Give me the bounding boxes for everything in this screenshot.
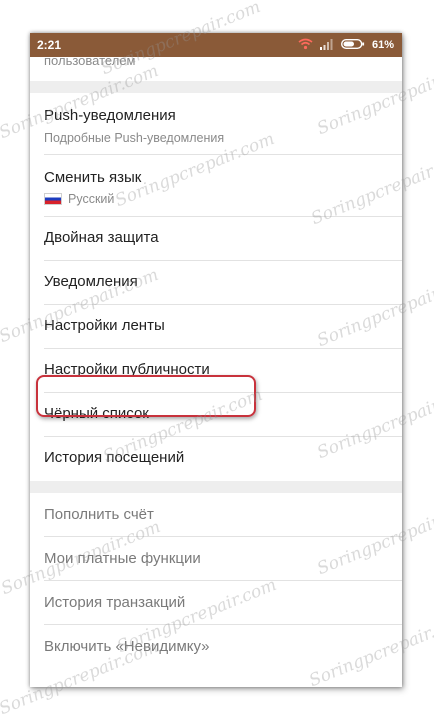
menu-item-two-factor[interactable]: Двойная защита xyxy=(44,217,402,261)
menu-item-title: Чёрный список xyxy=(44,405,149,422)
language-value: Русский xyxy=(44,192,114,206)
menu-item-title: Включить «Невидимку» xyxy=(44,638,210,655)
russia-flag-icon xyxy=(44,193,62,205)
menu-item-title: История транзакций xyxy=(44,594,186,611)
cut-off-item-text: пользователем xyxy=(44,53,136,68)
menu-item-title: Мои платные функции xyxy=(44,550,201,567)
menu-item-top-up-balance[interactable]: Пополнить счёт xyxy=(44,493,402,537)
menu-item-title: Настройки публичности xyxy=(44,361,210,378)
status-time: 2:21 xyxy=(37,38,62,52)
language-name: Русский xyxy=(68,192,115,206)
menu-item-title: Сменить язык xyxy=(44,169,142,186)
menu-item-title: Настройки ленты xyxy=(44,317,165,334)
menu-item-feed-settings[interactable]: Настройки ленты xyxy=(44,305,402,349)
menu-item-title: Уведомления xyxy=(44,273,138,290)
section-separator xyxy=(30,481,402,493)
menu-item-paid-features[interactable]: Мои платные функции xyxy=(44,537,402,581)
signal-icon xyxy=(319,38,334,53)
menu-item-subtitle: Подробные Push-уведомления xyxy=(44,131,225,145)
menu-item-invisible-mode[interactable]: Включить «Невидимку» xyxy=(44,625,402,669)
wifi-icon xyxy=(298,38,313,53)
menu-item-push-notifications[interactable]: Push-уведомления Подробные Push-уведомле… xyxy=(44,93,402,155)
menu-item-transaction-history[interactable]: История транзакций xyxy=(44,581,402,625)
battery-icon xyxy=(340,38,365,53)
status-icons: 61% xyxy=(298,38,394,53)
menu-item-visit-history[interactable]: История посещений xyxy=(44,437,402,481)
phone-screen: 2:21 61% пользователем Push-уведомления … xyxy=(30,33,402,687)
battery-percent: 61% xyxy=(371,39,394,51)
menu-item-title: Push-уведомления xyxy=(44,107,176,124)
menu-item-title: История посещений xyxy=(44,449,185,466)
section-separator xyxy=(30,81,402,93)
menu-item-blacklist[interactable]: Чёрный список xyxy=(44,393,402,437)
menu-item-title: Пополнить счёт xyxy=(44,506,154,523)
menu-item-privacy-settings[interactable]: Настройки публичности xyxy=(44,349,402,393)
menu-item-change-language[interactable]: Сменить язык Русский xyxy=(44,155,402,217)
menu-item-title: Двойная защита xyxy=(44,229,159,246)
menu-item-notifications[interactable]: Уведомления xyxy=(44,261,402,305)
settings-list[interactable]: пользователем Push-уведомления Подробные… xyxy=(30,53,402,687)
